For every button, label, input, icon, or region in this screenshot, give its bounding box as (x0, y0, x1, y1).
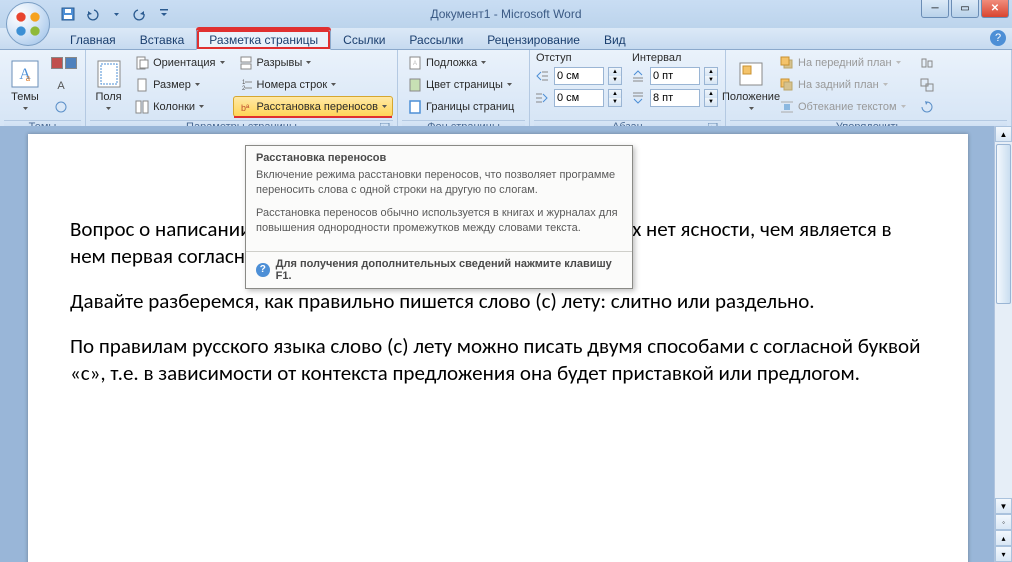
hyphenation-button[interactable]: bªРасстановка переносов (233, 96, 393, 117)
tab-review[interactable]: Рецензирование (475, 30, 592, 49)
tab-page-layout[interactable]: Разметка страницы (196, 29, 331, 50)
theme-effects-button[interactable] (48, 96, 80, 117)
tab-mailings[interactable]: Рассылки (397, 30, 475, 49)
scroll-thumb[interactable] (996, 144, 1011, 304)
group-page-background: AПодложка Цвет страницы Границы страниц … (398, 50, 530, 135)
indent-right-icon (534, 90, 550, 106)
orientation-button[interactable]: Ориентация (129, 52, 230, 73)
save-icon[interactable] (58, 4, 78, 24)
group-arrange: Положение На передний план На задний пла… (726, 50, 1012, 135)
prev-page-icon[interactable]: ▴ (995, 530, 1012, 546)
position-button[interactable]: Положение (730, 52, 772, 118)
watermark-button[interactable]: AПодложка (402, 52, 519, 73)
bring-front-button[interactable]: На передний план (774, 52, 912, 73)
spacing-before-field[interactable]: 0 пт▲▼ (630, 65, 718, 86)
minimize-button[interactable]: ─ (921, 0, 949, 18)
hyphenation-tooltip: Расстановка переносов Включение режима р… (245, 145, 633, 289)
svg-text:A: A (57, 80, 65, 92)
align-button[interactable] (914, 52, 940, 73)
undo-icon[interactable] (82, 4, 102, 24)
window-controls: ─ ▭ ✕ (921, 0, 1009, 18)
paragraph[interactable]: По правилам русского языка слово (с) лет… (70, 333, 932, 387)
ribbon-tabs: Главная Вставка Разметка страницы Ссылки… (0, 28, 1012, 50)
paragraph[interactable]: Давайте разберемся, как правильно пишетс… (70, 288, 932, 315)
qat-customize-icon[interactable] (154, 4, 174, 24)
group-themes: Aa Темы A Темы (0, 50, 86, 135)
qat-dropdown-icon[interactable] (106, 4, 126, 24)
margins-button[interactable]: Поля (90, 52, 127, 118)
indent-label: Отступ (534, 52, 622, 64)
svg-text:bª: bª (241, 103, 250, 113)
spacing-before-icon (630, 68, 646, 84)
browse-object-icon[interactable]: ◦ (995, 514, 1012, 530)
vertical-scrollbar[interactable]: ▲ ▼ ◦ ▴ ▾ (994, 126, 1012, 562)
window-title: Документ1 - Microsoft Word (430, 7, 581, 21)
page-borders-button[interactable]: Границы страниц (402, 96, 519, 117)
indent-left-icon (534, 68, 550, 84)
scroll-down-icon[interactable]: ▼ (995, 498, 1012, 514)
next-page-icon[interactable]: ▾ (995, 546, 1012, 562)
group-objects-button[interactable] (914, 74, 940, 95)
size-button[interactable]: Размер (129, 74, 230, 95)
tooltip-text: Включение режима расстановки переносов, … (256, 168, 622, 198)
svg-text:2: 2 (242, 86, 246, 92)
group-paragraph: Отступ 0 см▲▼ 0 см▲▼ Интервал 0 пт▲▼ 8 п… (530, 50, 726, 135)
tab-view[interactable]: Вид (592, 30, 638, 49)
close-button[interactable]: ✕ (981, 0, 1009, 18)
spacing-after-icon (630, 90, 646, 106)
spacing-after-field[interactable]: 8 пт▲▼ (630, 87, 718, 108)
page-color-button[interactable]: Цвет страницы (402, 74, 519, 95)
indent-left-field[interactable]: 0 см▲▼ (534, 65, 622, 86)
tooltip-title: Расстановка переносов (246, 146, 632, 168)
breaks-button[interactable]: Разрывы (233, 52, 393, 73)
quick-access-toolbar (58, 0, 174, 28)
theme-colors-button[interactable] (48, 52, 80, 73)
spacing-label: Интервал (630, 52, 718, 64)
ribbon: Aa Темы A Темы Поля Ориентация Размер Ко… (0, 50, 1012, 136)
svg-text:A: A (413, 61, 417, 67)
send-back-button[interactable]: На задний план (774, 74, 912, 95)
text-wrap-button[interactable]: Обтекание текстом (774, 96, 912, 117)
help-button[interactable]: ? (990, 30, 1006, 46)
tab-home[interactable]: Главная (58, 30, 128, 49)
theme-fonts-button[interactable]: A (48, 74, 80, 95)
office-button[interactable] (6, 2, 50, 46)
themes-button[interactable]: Aa Темы (4, 52, 46, 118)
indent-right-field[interactable]: 0 см▲▼ (534, 87, 622, 108)
titlebar: Документ1 - Microsoft Word ─ ▭ ✕ (0, 0, 1012, 28)
scroll-up-icon[interactable]: ▲ (995, 126, 1012, 142)
rotate-button[interactable] (914, 96, 940, 117)
tooltip-footer-text: Для получения дополнительных сведений на… (276, 258, 622, 282)
tab-insert[interactable]: Вставка (128, 30, 197, 49)
tooltip-text: Расстановка переносов обычно используетс… (256, 206, 622, 236)
redo-icon[interactable] (130, 4, 150, 24)
group-page-setup: Поля Ориентация Размер Колонки Разрывы 1… (86, 50, 398, 135)
maximize-button[interactable]: ▭ (951, 0, 979, 18)
svg-text:a: a (26, 73, 31, 84)
line-numbers-button[interactable]: 12Номера строк (233, 74, 393, 95)
help-icon: ? (256, 263, 270, 277)
tab-references[interactable]: Ссылки (331, 30, 397, 49)
columns-button[interactable]: Колонки (129, 96, 230, 117)
